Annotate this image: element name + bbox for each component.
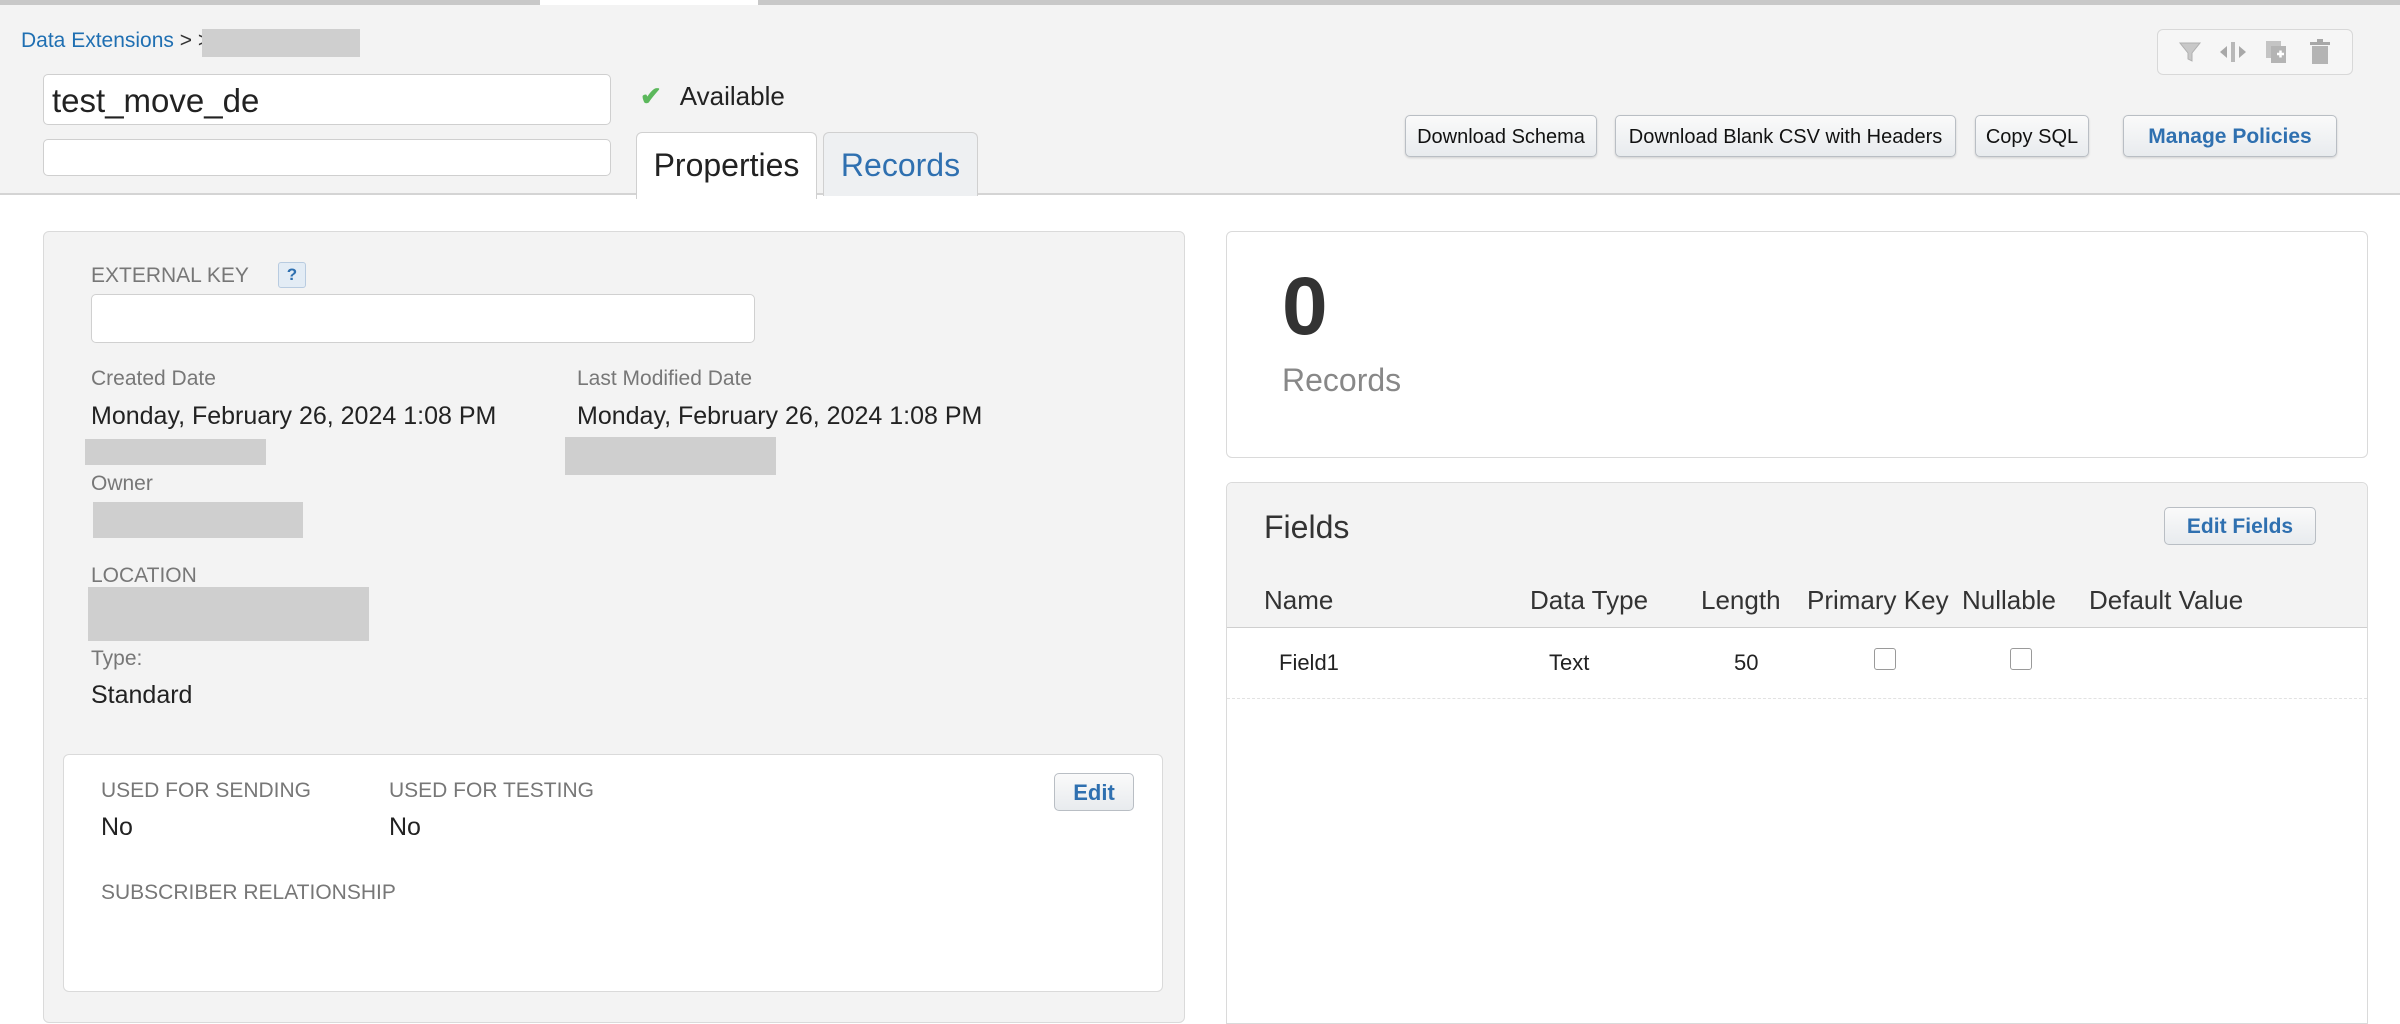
external-key-field[interactable] [91, 294, 755, 343]
breadcrumb: Data Extensions > > test_move_de [21, 29, 360, 57]
breadcrumb-separator: > [179, 29, 193, 52]
used-for-sending-value: No [101, 813, 133, 841]
tab-properties[interactable]: Properties [636, 132, 817, 199]
primary-key-checkbox[interactable] [1874, 648, 1896, 670]
manage-policies-button[interactable]: Manage Policies [2123, 115, 2337, 157]
properties-panel: EXTERNAL KEY ? Created Date Monday, Febr… [43, 231, 1185, 1023]
redacted-owner [93, 502, 303, 538]
copy-add-icon[interactable] [2261, 37, 2293, 67]
column-header-default-value[interactable]: Default Value [2089, 585, 2243, 616]
column-header-data-type[interactable]: Data Type [1530, 585, 1648, 616]
name-field[interactable]: test_move_de [43, 74, 611, 125]
created-date-label: Created Date [91, 367, 216, 390]
column-header-nullable[interactable]: Nullable [1962, 585, 2056, 616]
filter-icon[interactable] [2174, 37, 2206, 67]
fields-table-header: Name Data Type Length Primary Key Nullab… [1227, 571, 2367, 628]
move-icon[interactable] [2217, 37, 2249, 67]
type-value: Standard [91, 681, 193, 709]
edit-button[interactable]: Edit [1054, 773, 1134, 811]
external-key-label: EXTERNAL KEY [91, 264, 249, 287]
download-blank-csv-button[interactable]: Download Blank CSV with Headers [1615, 115, 1956, 157]
copy-sql-button[interactable]: Copy SQL [1975, 115, 2089, 157]
nullable-checkbox[interactable] [2010, 648, 2032, 670]
table-row: Field1 Text 50 [1227, 628, 2367, 699]
check-icon: ✔ [640, 81, 662, 111]
column-header-length[interactable]: Length [1701, 585, 1781, 616]
status-text: Available [679, 81, 785, 111]
breadcrumb-link-data-extensions[interactable]: Data Extensions [21, 29, 174, 52]
redacted-created-by [85, 439, 266, 465]
used-for-testing-value: No [389, 813, 421, 841]
fields-header: Fields Edit Fields [1227, 483, 2367, 572]
trash-icon[interactable] [2304, 37, 2336, 67]
header: Data Extensions > > test_move_de test_mo… [0, 5, 2400, 199]
last-modified-date-value: Monday, February 26, 2024 1:08 PM [577, 402, 983, 430]
redacted-modified-by [565, 437, 776, 475]
owner-label: Owner [91, 472, 153, 495]
field-length-cell: 50 [1734, 650, 1759, 675]
column-header-name[interactable]: Name [1264, 585, 1333, 616]
created-date-value: Monday, February 26, 2024 1:08 PM [91, 402, 497, 430]
tab-records[interactable]: Records [823, 132, 978, 196]
sending-settings-box: USED FOR SENDING No USED FOR TESTING No … [63, 754, 1163, 992]
toolbar [2157, 29, 2353, 75]
fields-title: Fields [1264, 509, 1350, 545]
records-summary-card: 0 Records [1226, 231, 2368, 458]
records-label: Records [1282, 362, 1402, 398]
redacted-folder [201, 29, 360, 57]
redacted-location [88, 587, 369, 641]
status-indicator: ✔ Available [640, 81, 785, 112]
used-for-testing-label: USED FOR TESTING [389, 779, 594, 802]
edit-fields-button[interactable]: Edit Fields [2164, 507, 2316, 545]
download-schema-button[interactable]: Download Schema [1405, 115, 1597, 157]
field-name-cell: Field1 [1279, 650, 1339, 675]
last-modified-date-label: Last Modified Date [577, 367, 753, 390]
field-type-cell: Text [1549, 650, 1590, 675]
fields-card: Fields Edit Fields Name Data Type Length… [1226, 482, 2368, 1024]
description-field[interactable] [43, 139, 611, 176]
used-for-sending-label: USED FOR SENDING [101, 779, 312, 802]
location-label: LOCATION [91, 564, 197, 587]
type-label: Type: [91, 647, 143, 670]
subscriber-relationship-label: SUBSCRIBER RELATIONSHIP [101, 881, 396, 904]
column-header-primary-key[interactable]: Primary Key [1807, 585, 1949, 616]
help-icon[interactable]: ? [278, 262, 306, 288]
records-count: 0 [1282, 261, 1328, 352]
